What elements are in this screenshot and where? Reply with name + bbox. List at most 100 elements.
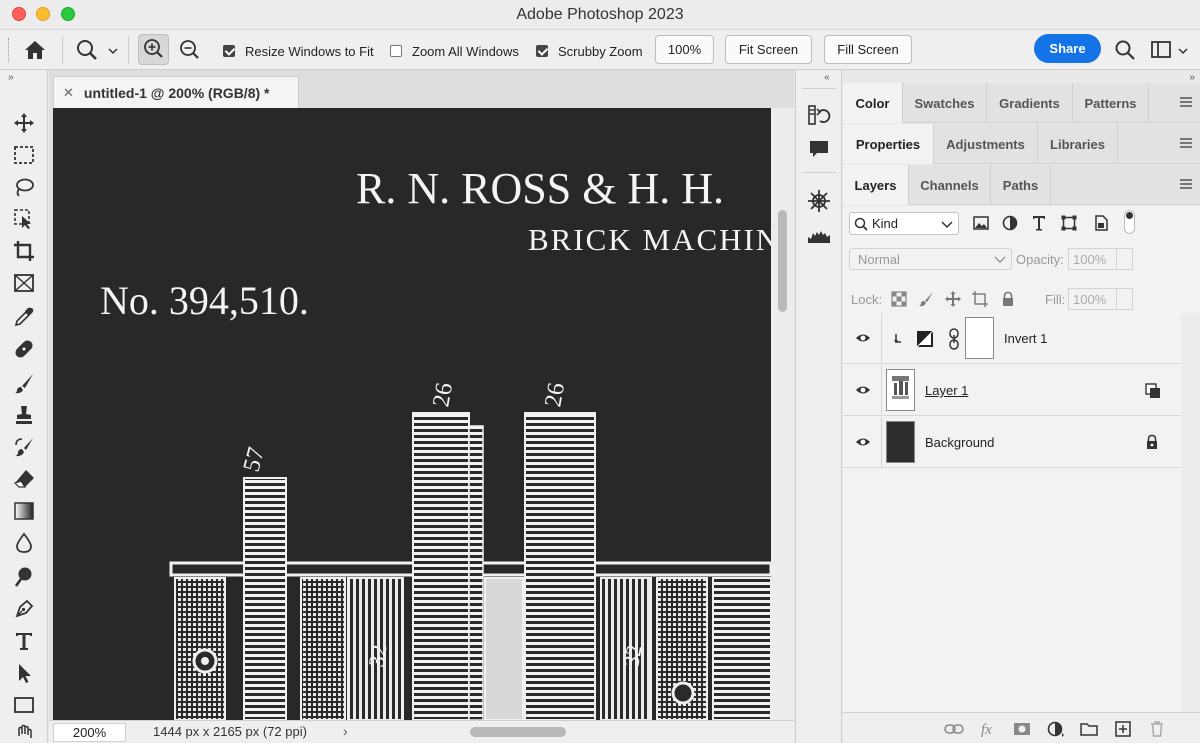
tab-patterns[interactable]: Patterns [1073, 83, 1149, 123]
options-bar-grip[interactable] [8, 38, 10, 62]
tab-channels[interactable]: Channels [909, 165, 991, 205]
close-document-icon[interactable]: ✕ [63, 85, 74, 101]
search-button[interactable] [1113, 38, 1137, 62]
layers-panel-menu-icon[interactable] [1180, 179, 1192, 189]
visibility-toggle[interactable] [855, 435, 871, 449]
add-mask-button[interactable] [1012, 719, 1032, 739]
visibility-toggle[interactable] [855, 383, 871, 397]
zoom-100-button[interactable]: 100% [655, 35, 714, 64]
gradient-tool[interactable] [10, 498, 38, 524]
new-adjustment-layer-button[interactable] [1046, 719, 1066, 739]
layer-mask-thumbnail[interactable] [965, 317, 994, 359]
layer-name[interactable]: Layer 1 [925, 383, 968, 398]
zoom-tool-preset-picker[interactable] [74, 38, 120, 62]
frame-tool[interactable] [10, 270, 38, 296]
tab-color[interactable]: Color [843, 83, 903, 123]
hand-tool[interactable] [10, 722, 38, 743]
move-tool[interactable] [10, 110, 38, 136]
chevron-right-icon[interactable]: › [343, 723, 348, 739]
filter-smart-object-button[interactable] [1090, 212, 1112, 234]
share-button[interactable]: Share [1034, 34, 1101, 63]
crop-tool[interactable] [10, 238, 38, 264]
stamp-tool[interactable] [10, 402, 38, 428]
lock-all-button[interactable] [999, 290, 1017, 308]
resize-windows-option[interactable]: Resize Windows to Fit [223, 42, 374, 60]
filter-toggle[interactable] [1124, 210, 1135, 234]
zoom-level-field[interactable]: 200% [53, 723, 126, 742]
delete-layer-button[interactable] [1147, 719, 1167, 739]
filter-shape-button[interactable] [1058, 212, 1080, 234]
type-tool[interactable] [10, 628, 38, 654]
new-group-button[interactable] [1079, 719, 1099, 739]
object-select-tool[interactable] [10, 206, 38, 232]
eyedropper-tool[interactable] [10, 304, 38, 330]
filter-type-button[interactable] [1028, 212, 1050, 234]
layer-row-background[interactable]: Background [843, 417, 1181, 468]
zoom-all-option[interactable]: Zoom All Windows [390, 42, 519, 60]
filter-adjustment-button[interactable] [999, 212, 1021, 234]
layers-scrollbar[interactable] [1181, 313, 1200, 712]
properties-panel-menu-icon[interactable] [1180, 138, 1192, 148]
lock-artboard-button[interactable] [971, 290, 989, 308]
tab-adjustments[interactable]: Adjustments [934, 124, 1038, 164]
layer-thumbnail[interactable] [886, 369, 915, 411]
comments-panel-button[interactable] [806, 136, 832, 162]
marquee-tool[interactable] [10, 142, 38, 168]
histogram-panel-button[interactable] [806, 222, 832, 248]
tab-gradients[interactable]: Gradients [987, 83, 1073, 123]
vertical-scroll-thumb[interactable] [778, 210, 787, 312]
vertical-scrollbar[interactable] [771, 108, 794, 720]
link-layers-button[interactable] [944, 719, 964, 739]
tab-properties[interactable]: Properties [843, 124, 934, 164]
panels-collapse-icon[interactable]: ‹‹ [824, 72, 830, 83]
layer-name[interactable]: Background [925, 435, 994, 450]
healing-tool[interactable] [10, 336, 38, 362]
new-layer-button[interactable] [1113, 719, 1133, 739]
blur-tool[interactable] [10, 530, 38, 556]
fit-screen-button[interactable]: Fit Screen [725, 35, 812, 64]
brush-tool[interactable] [10, 370, 38, 396]
home-button[interactable] [22, 38, 48, 62]
horizontal-scroll-thumb[interactable] [470, 727, 566, 737]
tab-layers[interactable]: Layers [843, 165, 909, 205]
path-select-tool[interactable] [10, 660, 38, 686]
history-brush-tool[interactable] [10, 434, 38, 460]
canvas[interactable]: R. N. ROSS & H. H. BRICK MACHIN No. 394,… [53, 108, 771, 720]
resize-windows-checkbox[interactable] [223, 45, 235, 57]
layer-row-layer-1[interactable]: Layer 1 [843, 365, 1181, 416]
pen-tool[interactable] [10, 596, 38, 622]
scrubby-zoom-checkbox[interactable] [536, 45, 548, 57]
scrubby-zoom-option[interactable]: Scrubby Zoom [536, 42, 643, 60]
lasso-tool[interactable] [10, 174, 38, 200]
tab-paths[interactable]: Paths [991, 165, 1051, 205]
zoom-out-button[interactable] [177, 37, 203, 63]
history-panel-button[interactable] [806, 102, 832, 128]
opacity-field[interactable]: 100% [1068, 248, 1133, 270]
blend-mode-select[interactable]: Normal [849, 248, 1012, 270]
lock-image-pixels-button[interactable] [917, 290, 935, 308]
lock-position-button[interactable] [944, 290, 962, 308]
document-tab[interactable]: ✕ untitled-1 @ 200% (RGB/8) * [53, 76, 299, 108]
navigator-panel-button[interactable] [806, 188, 832, 214]
eraser-tool[interactable] [10, 466, 38, 492]
workspace-switcher[interactable] [1150, 39, 1190, 61]
tab-swatches[interactable]: Swatches [903, 83, 987, 123]
zoom-all-checkbox[interactable] [390, 45, 402, 57]
layer-row-invert-1[interactable]: Invert 1 [843, 313, 1181, 364]
dodge-tool[interactable] [10, 564, 38, 590]
color-panel-menu-icon[interactable] [1180, 97, 1192, 107]
rectangle-tool[interactable] [10, 692, 38, 718]
layer-thumbnail[interactable] [886, 421, 915, 463]
fill-field[interactable]: 100% [1068, 288, 1133, 310]
visibility-toggle[interactable] [855, 331, 871, 345]
chevron-down-icon[interactable] [1116, 249, 1132, 269]
fill-screen-button[interactable]: Fill Screen [824, 35, 912, 64]
filter-pixel-button[interactable] [970, 212, 992, 234]
zoom-in-button[interactable] [138, 34, 169, 65]
layer-name[interactable]: Invert 1 [1004, 331, 1047, 346]
add-layer-style-button[interactable]: fx [979, 719, 999, 739]
dock-collapse-icon[interactable]: ›› [1189, 72, 1195, 83]
tab-libraries[interactable]: Libraries [1038, 124, 1118, 164]
layer-filter-kind-select[interactable]: Kind [849, 212, 959, 235]
chevron-down-icon[interactable] [1116, 289, 1132, 309]
